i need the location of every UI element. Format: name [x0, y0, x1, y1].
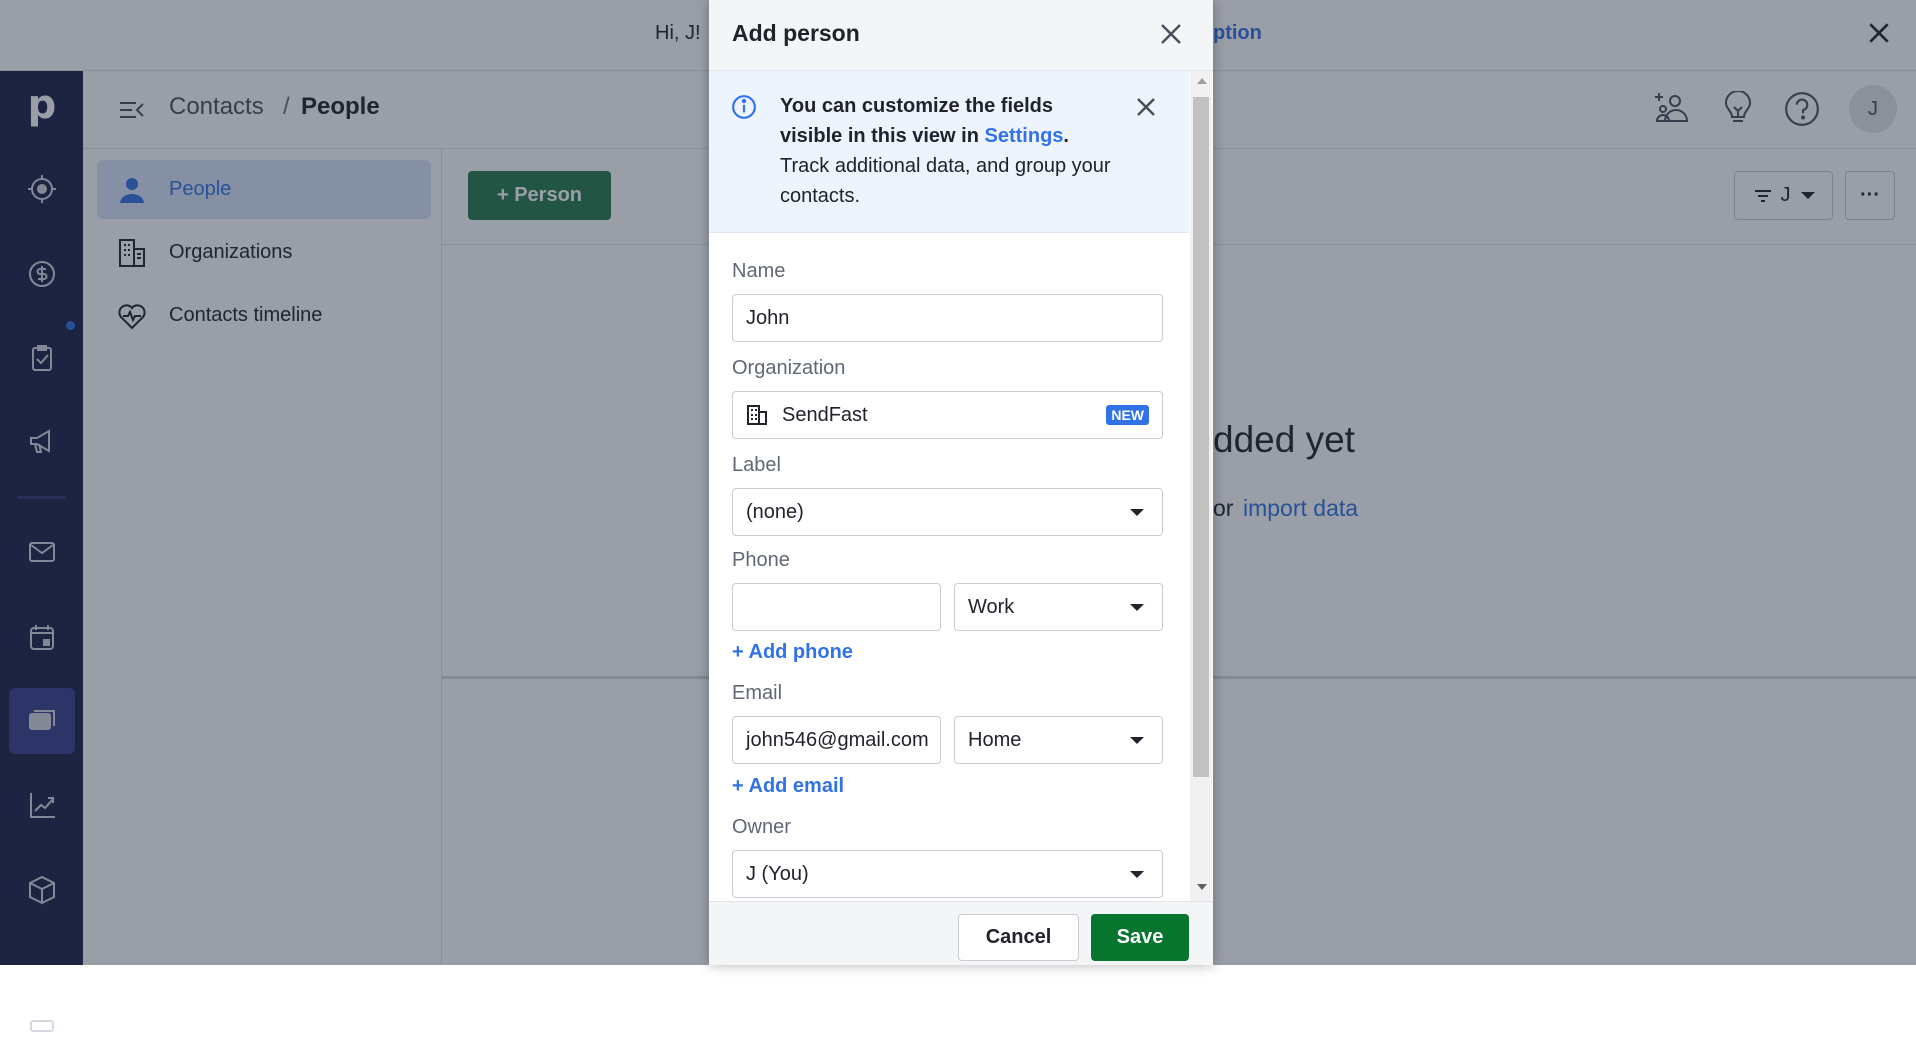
add-person-modal: Add person You can customize the fields … [709, 0, 1213, 965]
name-value: John [746, 306, 790, 329]
label-value: (none) [746, 500, 804, 523]
owner-label: Owner [732, 816, 791, 838]
scrollbar-thumb[interactable] [1193, 97, 1209, 777]
settings-link[interactable]: Settings [985, 125, 1064, 147]
email-type-select[interactable]: Home [954, 716, 1163, 764]
email-label: Email [732, 682, 783, 704]
name-input[interactable]: John [732, 294, 1163, 342]
owner-select[interactable]: J (You) [732, 850, 1163, 898]
building-icon [747, 405, 767, 425]
owner-value: J (You) [746, 862, 809, 885]
email-input[interactable]: john546@gmail.com [732, 716, 941, 764]
phone-type-select[interactable]: Work [954, 583, 1163, 631]
phone-label: Phone [732, 549, 790, 571]
organization-label: Organization [732, 357, 846, 379]
modal-title: Add person [732, 20, 860, 46]
save-label: Save [1116, 926, 1164, 948]
info-close-icon[interactable] [1136, 97, 1156, 117]
modal-close-icon[interactable] [1159, 22, 1183, 46]
save-button[interactable]: Save [1091, 914, 1189, 961]
info-period: . [1063, 125, 1069, 147]
email-value: john546@gmail.com [746, 728, 929, 751]
phone-type-value: Work [968, 595, 1015, 618]
info-text: You can customize the fields visible in … [780, 91, 1120, 211]
add-email-link[interactable]: + Add email [732, 775, 844, 798]
scroll-up-arrow-icon[interactable] [1197, 78, 1207, 84]
scroll-down-arrow-icon[interactable] [1197, 884, 1207, 890]
name-label: Name [732, 260, 786, 282]
cancel-button[interactable]: Cancel [958, 914, 1079, 961]
chevron-down-icon [1130, 604, 1144, 611]
label-label: Label [732, 454, 781, 476]
chevron-down-icon [1130, 737, 1144, 744]
settings-info-box: You can customize the fields visible in … [709, 71, 1189, 233]
cancel-label: Cancel [985, 926, 1052, 948]
more-apps-icon[interactable] [22, 1011, 62, 1051]
organization-input[interactable]: SendFast NEW [732, 391, 1163, 439]
new-badge: NEW [1106, 405, 1149, 425]
chevron-down-icon [1130, 871, 1144, 878]
modal-header: Add person [709, 0, 1213, 71]
info-rest-text: Track additional data, and group your co… [780, 155, 1111, 207]
chevron-down-icon [1130, 509, 1144, 516]
modal-footer: Cancel Save [709, 901, 1213, 965]
info-icon [732, 95, 756, 119]
email-type-value: Home [968, 728, 1022, 751]
add-phone-link[interactable]: + Add phone [732, 641, 853, 664]
label-select[interactable]: (none) [732, 488, 1163, 536]
phone-input[interactable] [732, 583, 941, 631]
organization-value: SendFast [782, 403, 868, 426]
